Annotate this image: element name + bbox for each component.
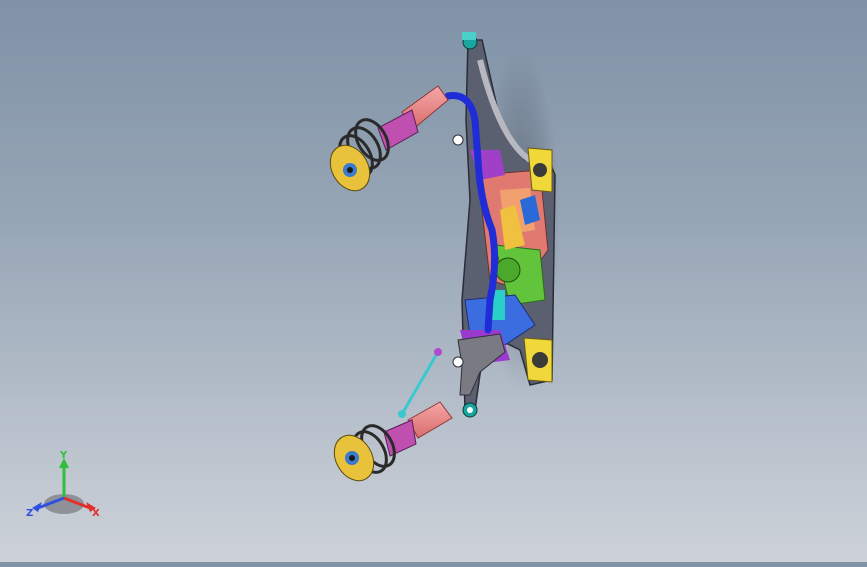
z-axis-label: Z	[26, 508, 33, 519]
top-bracket[interactable]	[462, 32, 478, 50]
strut-assembly-upper[interactable]	[322, 85, 449, 198]
subframe-mount-lower[interactable]	[523, 337, 553, 383]
y-axis-label: Y	[59, 450, 68, 461]
strut-assembly-lower[interactable]	[326, 401, 453, 488]
bottom-bracket[interactable]	[462, 402, 478, 418]
orientation-triad[interactable]: Y X Z	[24, 446, 104, 526]
x-axis-label: X	[92, 508, 100, 519]
graphics-viewport[interactable]: Y X Z	[0, 0, 867, 562]
subframe-mount-upper[interactable]	[527, 147, 553, 193]
cad-model[interactable]	[0, 0, 867, 562]
